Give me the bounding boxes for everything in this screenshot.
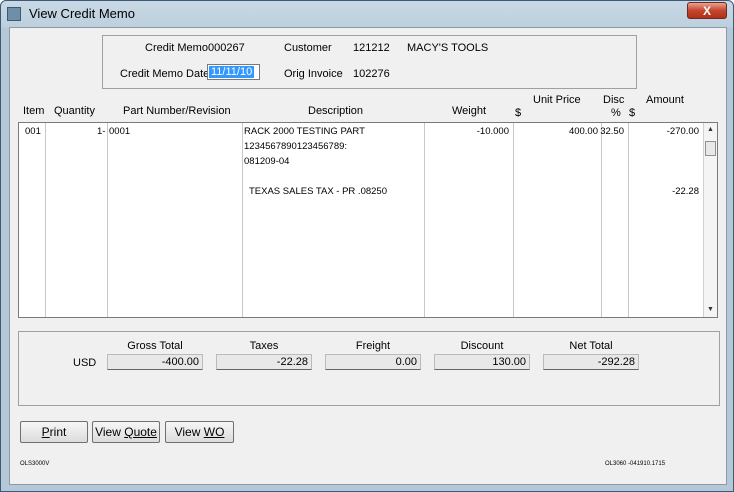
view-quote-button[interactable]: View Quote [92,421,160,443]
row1-desc-line1: RACK 2000 TESTING PART [244,126,365,137]
customer-label: Customer [284,42,332,54]
customer-name: MACY'S TOOLS [407,42,489,54]
row2-amount: -22.28 [672,186,699,197]
row1-weight: -10.000 [476,126,509,137]
grid-scrollbar[interactable]: ▲ ▼ [703,123,717,317]
col-unit-price: Unit Price [533,94,581,106]
app-icon [7,7,21,21]
taxes-label: Taxes [249,340,279,352]
row1-desc-line2: 1234567890123456789: [244,141,348,152]
grid-divider [45,123,46,317]
col-amount: Amount [646,94,684,106]
col-item: Item [23,105,45,117]
col-dollar-1: $ [515,107,522,119]
orig-invoice-label: Orig Invoice [284,68,343,80]
net-total-value: -292.28 [543,354,639,370]
row1-part: 0001 [109,126,131,137]
col-disc: Disc [603,94,625,106]
credit-memo-date-field[interactable]: 11/11/10 [207,64,260,80]
print-button-mnemonic: P [41,425,50,439]
discount-value: 130.00 [434,354,530,370]
view-quote-prefix: View [95,425,125,439]
col-quantity: Quantity [54,105,95,117]
row1-item: 001 [25,126,41,137]
gross-total-label: Gross Total [127,340,183,352]
customer-id: 121212 [353,42,390,54]
orig-invoice-value: 102276 [353,68,390,80]
view-wo-label: O [215,425,225,439]
grid-divider [107,123,108,317]
credit-memo-label: Credit Memo [145,42,208,54]
row1-amount: -270.00 [666,126,699,137]
scroll-up-icon[interactable]: ▲ [707,126,714,133]
grid-divider [424,123,425,317]
scroll-down-icon[interactable]: ▼ [707,306,714,313]
col-dollar-2: $ [629,107,636,119]
grid-divider [628,123,629,317]
client-area: Credit Memo 000267 Customer 121212 MACY'… [9,27,727,485]
row1-quantity: 1- [97,126,106,137]
close-button[interactable]: X [687,2,727,19]
totals-panel: USD Gross Total Taxes Freight Discount N… [18,331,720,406]
col-pct: % [611,107,621,119]
window: View Credit Memo X Credit Memo 000267 Cu… [0,0,734,492]
view-quote-label: uote [133,425,157,439]
row1-disc: 32.50 [600,126,624,137]
grid-divider [242,123,243,317]
row1-desc-line3: 081209-04 [244,156,290,167]
print-button-label: rint [49,425,67,439]
credit-memo-date-value: 11/11/10 [209,66,255,78]
currency-label: USD [73,357,97,369]
line-items-grid[interactable]: 001 1- 0001 RACK 2000 TESTING PART 12345… [18,122,718,318]
window-title: View Credit Memo [29,6,135,21]
form-code-right: OL3060 -041910.1715 [605,461,666,467]
freight-label: Freight [355,340,391,352]
col-description: Description [308,105,364,117]
net-total-label: Net Total [569,340,613,352]
col-part: Part Number/Revision [123,105,231,117]
form-code-left: OLS3000V [20,461,50,467]
freight-value: 0.00 [325,354,421,370]
view-wo-prefix: View [174,425,204,439]
view-wo-button[interactable]: View WO [165,421,234,443]
col-weight: Weight [452,105,487,117]
scroll-thumb[interactable] [705,141,716,156]
grid-divider [513,123,514,317]
print-button[interactable]: Print [20,421,88,443]
discount-label: Discount [460,340,504,352]
row2-description: TEXAS SALES TAX - PR .08250 [249,186,387,197]
grid-divider [601,123,602,317]
credit-memo-date-label: Credit Memo Date [120,68,210,80]
credit-memo-value: 000267 [208,42,245,54]
title-bar[interactable]: View Credit Memo X [1,1,733,27]
header-panel: Credit Memo 000267 Customer 121212 MACY'… [102,35,637,89]
taxes-value: -22.28 [216,354,312,370]
view-wo-mnemonic: W [203,425,216,439]
gross-total-value: -400.00 [107,354,203,370]
view-quote-mnemonic: Q [124,425,134,439]
row1-unit-price: 400.00 [568,126,598,137]
